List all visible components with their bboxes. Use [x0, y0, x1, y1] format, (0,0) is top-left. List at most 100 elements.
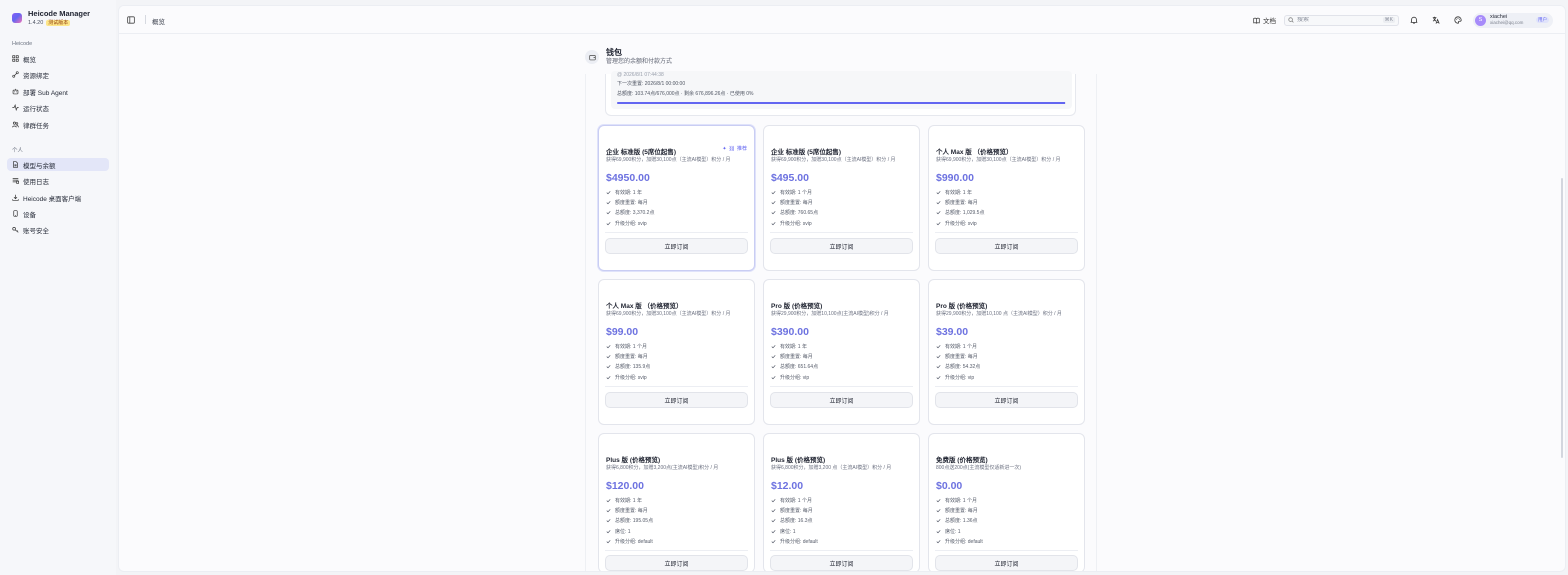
plan-feature: 升级分组: vip	[936, 372, 980, 382]
scrollbar-thumb[interactable]	[1561, 178, 1563, 458]
wallet-icon	[585, 50, 599, 64]
plan-price: $0.00	[936, 480, 963, 492]
plan-feature-text: 升级分组: svip	[780, 220, 812, 227]
plan-feature-text: 有效期: 1 年	[945, 189, 972, 196]
plan-features: 有效期: 1 个月 额度重置: 每月 总额度: 1.36点 席位: 1 升级分组: de…	[936, 495, 983, 546]
plan-price: $4950.00	[606, 172, 650, 184]
plan-price: $39.00	[936, 326, 969, 338]
check-icon	[936, 210, 941, 215]
plan-feature-text: 升级分组: svip	[945, 220, 977, 227]
language-button[interactable]	[1429, 13, 1443, 27]
plan-name: Plus 版 (价格预览)	[606, 457, 661, 464]
sidebar-item-label: 律群任务	[23, 122, 49, 130]
divider	[935, 550, 1078, 551]
plan-feature-text: 升级分组: svip	[615, 220, 647, 227]
plan-feature-text: 升级分组: vip	[945, 374, 975, 381]
plan-name: Pro 版 (价格预览)	[936, 303, 988, 310]
plan-feature-text: 升级分组: svip	[615, 374, 647, 381]
search-box[interactable]: ⌘K	[1284, 14, 1399, 26]
plan-feature: 额度重置: 每月	[771, 197, 818, 207]
docs-link[interactable]: 文档	[1253, 15, 1276, 25]
plan-feature: 额度重置: 每月	[936, 505, 983, 515]
plan-feature: 额度重置: 每月	[936, 197, 984, 207]
plan-feature-text: 总额度: 135.9点	[615, 364, 651, 371]
plan-feature: 总额度: 1.36点	[936, 516, 983, 526]
plan-card: 个人 Max 版 （价格预览） 获得69,900积分，加赠30,100点（主流AI…	[928, 125, 1085, 271]
scrollbar[interactable]	[1560, 36, 1564, 571]
subscribe-button[interactable]: 立即订阅	[605, 238, 748, 254]
search-shortcut: ⌘K	[1382, 17, 1395, 23]
sidebar-item-run-status[interactable]: 运行状态	[7, 101, 109, 114]
plan-feature: 席位: 1	[771, 526, 818, 536]
nav-section-heicode: Heicode	[12, 41, 33, 47]
plan-feature: 额度重置: 每月	[606, 505, 653, 515]
subscribe-button[interactable]: 立即订阅	[935, 392, 1078, 408]
subscription-next-reset: 下一次重置: 2026/8/1 00:00:00	[617, 81, 686, 87]
user-menu[interactable]: S xiachei xiachei@qq.com 用户	[1473, 12, 1553, 28]
sidebar-toggle-button[interactable]	[126, 15, 135, 24]
plan-price: $99.00	[606, 326, 639, 338]
plan-feature-text: 有效期: 1 年	[615, 497, 642, 504]
plan-name: 免费版 (价格预览)	[936, 457, 988, 464]
grid-icon	[12, 55, 19, 62]
check-icon	[606, 508, 611, 513]
check-icon	[936, 354, 941, 359]
theme-button[interactable]	[1451, 13, 1465, 27]
sidebar-item-usage-log[interactable]: 使用日志	[7, 174, 109, 187]
plan-feature-text: 总额度: 195.05点	[615, 518, 654, 525]
plan-card: 企业 标准版 (5席位起售) 获得69,900积分，加赠30,100点（主流AI模…	[763, 125, 920, 271]
check-icon	[936, 539, 941, 544]
sidebar-item-desktop-client[interactable]: Heicode 桌面客户端	[7, 191, 109, 204]
subscribe-button[interactable]: 立即订阅	[605, 392, 748, 408]
check-icon	[936, 200, 941, 205]
sidebar-item-label: 部署 Sub Agent	[23, 89, 68, 97]
sidebar-item-devices[interactable]: 设备	[7, 207, 109, 220]
subscribe-button[interactable]: 立即订阅	[770, 238, 913, 254]
check-icon	[606, 354, 611, 359]
subscribe-button[interactable]: 立即订阅	[770, 555, 913, 571]
plan-feature: 总额度: 1,029.5点	[936, 208, 984, 218]
avatar: S	[1475, 14, 1486, 26]
plan-feature-text: 有效期: 1 个月	[780, 189, 812, 196]
check-icon	[771, 498, 776, 503]
subscription-faded-line: @ 2026/8/1 07:44:38	[617, 72, 664, 78]
sidebar-item-label: 设备	[23, 211, 36, 219]
sidebar-item-label: 账号安全	[23, 227, 49, 235]
divider	[605, 232, 748, 233]
notifications-button[interactable]	[1407, 13, 1421, 27]
quota-progress-fill	[617, 102, 1066, 104]
subscribe-button[interactable]: 立即订阅	[770, 392, 913, 408]
divider	[770, 232, 913, 233]
divider	[935, 232, 1078, 233]
sidebar-item-overview[interactable]: 概览	[7, 52, 109, 65]
plan-description: 获得69,900积分，加赠30,100点（主流AI模型）积分 / 月	[606, 311, 731, 317]
plan-name: Plus 版 (价格预览)	[771, 457, 826, 464]
plan-feature-text: 总额度: 16.3点	[780, 518, 813, 525]
check-icon	[606, 375, 611, 380]
recommended-tag: ✦ ⛓ 推荐	[722, 145, 747, 153]
search-input[interactable]	[1297, 17, 1380, 23]
plans-panel: @ 2026/8/1 07:44:38 下一次重置: 2026/8/1 00:0…	[585, 71, 1097, 571]
sidebar-item-resource-binding[interactable]: 资源绑定	[7, 68, 109, 81]
plan-card: 个人 Max 版 （价格预览） 获得69,900积分，加赠30,100点（主流AI…	[598, 279, 755, 425]
plan-feature: 有效期: 1 个月	[606, 341, 650, 351]
plan-description: 获得6,800积分，加赠3,200点(主流AI模型)积分 / 月	[606, 465, 719, 471]
download-icon	[12, 194, 19, 201]
subscribe-button[interactable]: 立即订阅	[935, 555, 1078, 571]
sidebar-item-group-tasks[interactable]: 律群任务	[7, 118, 109, 131]
sidebar-item-models-balance[interactable]: 模型与余额	[7, 158, 109, 171]
check-icon	[771, 221, 776, 226]
subscribe-button[interactable]: 立即订阅	[935, 238, 1078, 254]
check-icon	[771, 210, 776, 215]
sidebar-item-deploy-sub-agent[interactable]: 部署 Sub Agent	[7, 85, 109, 98]
subscribe-button[interactable]: 立即订阅	[605, 555, 748, 571]
plan-feature: 升级分组: default	[771, 536, 818, 546]
plan-card: 免费版 (价格预览) 800点送200点(主流模型仅适新进一次) $0.00 有效期:…	[928, 433, 1085, 571]
plan-feature: 总额度: 54.32点	[936, 362, 980, 372]
sidebar-item-account-security[interactable]: 账号安全	[7, 223, 109, 236]
check-icon	[771, 344, 776, 349]
plan-feature-text: 额度重置: 每月	[945, 199, 978, 206]
plan-feature: 有效期: 1 个月	[936, 495, 983, 505]
plan-feature: 额度重置: 每月	[771, 351, 818, 361]
plan-feature-text: 额度重置: 每月	[780, 199, 813, 206]
